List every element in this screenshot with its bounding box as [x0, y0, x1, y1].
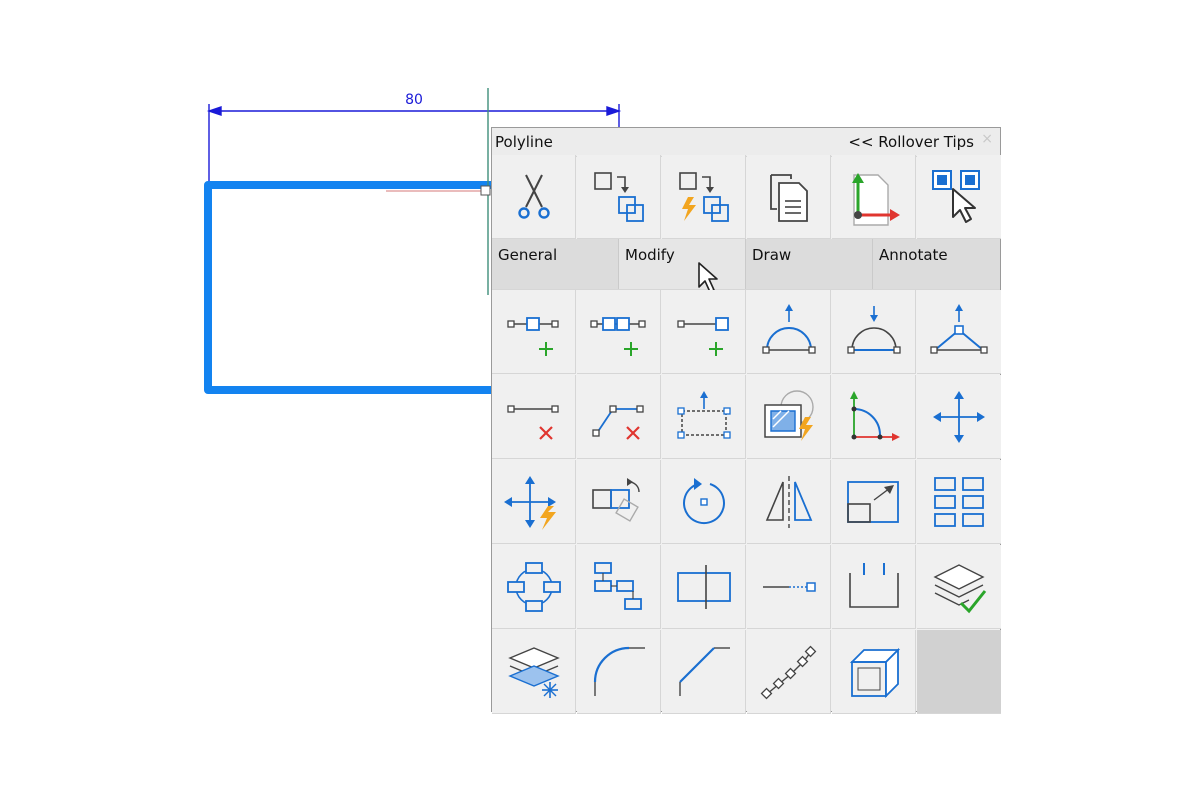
fillet-button[interactable]	[577, 630, 661, 714]
tab-modify[interactable]: Modify	[619, 239, 746, 289]
extend-button[interactable]	[747, 545, 831, 629]
move-icon	[933, 391, 985, 443]
scale-button[interactable]	[832, 460, 916, 544]
copy-clipboard-button[interactable]	[747, 155, 831, 239]
array-button[interactable]	[917, 460, 1001, 544]
fillet-edit-button[interactable]	[832, 375, 916, 459]
empty-cell	[917, 630, 1001, 714]
pattern-polyline-icon	[760, 645, 817, 700]
box-3d-icon	[849, 647, 901, 699]
quick-copy-button[interactable]	[662, 155, 746, 239]
extend-icon	[763, 582, 816, 592]
hatch-quick-button[interactable]	[747, 375, 831, 459]
copy-button[interactable]	[577, 155, 661, 239]
rotate-copy-icon	[592, 478, 640, 522]
quad-menu: Polyline << Rollover Tips × General Modi…	[491, 127, 1001, 714]
tab-general[interactable]: General	[492, 239, 619, 289]
tab-draw[interactable]: Draw	[746, 239, 873, 289]
box-3d-button[interactable]	[832, 630, 916, 714]
copy-clipboard-icon	[770, 174, 808, 222]
delete-vertex-button[interactable]	[492, 375, 576, 459]
select-similar-button[interactable]	[917, 155, 1001, 239]
append-vertex-button[interactable]	[662, 290, 746, 374]
trim-button[interactable]	[492, 155, 576, 239]
select-similar-icon	[932, 170, 980, 223]
open-shape-icon	[849, 563, 899, 608]
copy-icon	[594, 172, 644, 222]
path-array-button[interactable]	[577, 545, 661, 629]
rotate-icon	[683, 478, 725, 524]
append-vertex-icon	[677, 317, 729, 356]
scale-icon	[847, 481, 899, 523]
convert-to-arc-icon	[762, 304, 816, 354]
quick-copy-icon	[679, 172, 729, 222]
quad-title: Polyline	[495, 133, 553, 151]
add-vertex-button[interactable]	[492, 290, 576, 374]
close-icon[interactable]: ×	[981, 131, 993, 147]
delete-segment-icon	[592, 405, 644, 440]
open-shape-button[interactable]	[832, 545, 916, 629]
move-button[interactable]	[917, 375, 1001, 459]
chamfer-button[interactable]	[662, 630, 746, 714]
offset-icon	[677, 391, 731, 439]
delete-vertex-icon	[507, 405, 559, 440]
layer-match-icon	[933, 564, 987, 614]
fillet-edit-icon	[850, 391, 900, 441]
rotate-button[interactable]	[662, 460, 746, 544]
ucs-button[interactable]	[832, 155, 916, 239]
rotate-copy-button[interactable]	[577, 460, 661, 544]
ucs-icon	[852, 173, 900, 226]
align-icon	[677, 565, 731, 609]
add-vertex-icon	[507, 317, 559, 356]
stretch-vertex-icon	[930, 304, 988, 354]
convert-to-line-button[interactable]	[832, 290, 916, 374]
chamfer-icon	[679, 647, 730, 696]
grip-square[interactable]	[480, 185, 491, 196]
circular-array-button[interactable]	[492, 545, 576, 629]
stretch-vertex-button[interactable]	[917, 290, 1001, 374]
dimension-value: 80	[405, 92, 423, 108]
path-array-icon	[594, 562, 642, 610]
convert-to-line-icon	[847, 306, 901, 354]
mirror-button[interactable]	[747, 460, 831, 544]
quad-title-bar: Polyline << Rollover Tips ×	[492, 128, 1000, 157]
circular-array-icon	[507, 562, 561, 612]
offset-button[interactable]	[662, 375, 746, 459]
layer-isolate-icon	[508, 647, 560, 698]
fillet-icon	[593, 646, 645, 696]
convert-to-arc-button[interactable]	[747, 290, 831, 374]
insert-vertex-icon	[590, 317, 646, 356]
array-icon	[934, 477, 984, 527]
align-button[interactable]	[662, 545, 746, 629]
layer-isolate-button[interactable]	[492, 630, 576, 714]
selected-polyline[interactable]	[204, 181, 504, 394]
delete-segment-button[interactable]	[577, 375, 661, 459]
pattern-polyline-button[interactable]	[747, 630, 831, 714]
tab-strip: General Modify Draw Annotate	[492, 239, 1000, 293]
hatch-quick-icon	[764, 390, 814, 441]
insert-vertex-button[interactable]	[577, 290, 661, 374]
quick-move-button[interactable]	[492, 460, 576, 544]
rollover-tips-button[interactable]: << Rollover Tips	[848, 133, 974, 151]
mirror-icon	[765, 476, 813, 528]
quick-move-icon	[504, 476, 556, 530]
trim-icon	[518, 174, 550, 219]
layer-match-button[interactable]	[917, 545, 1001, 629]
tab-annotate[interactable]: Annotate	[873, 239, 1000, 289]
